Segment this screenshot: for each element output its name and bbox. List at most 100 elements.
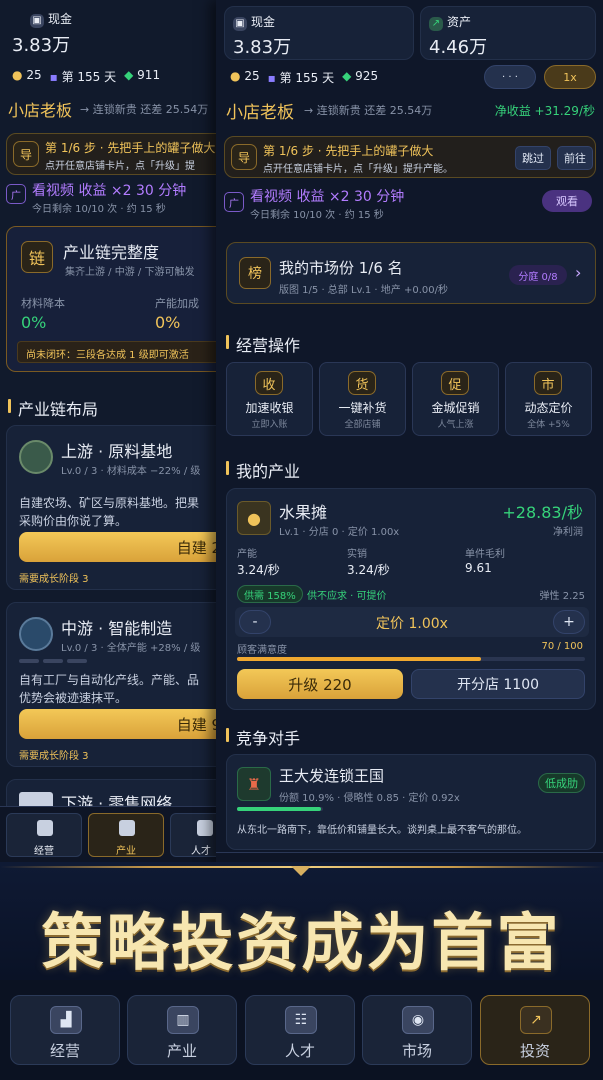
op-restock-sub: 全部店铺 (344, 420, 381, 430)
go-button[interactable]: 前往 (557, 146, 593, 170)
bag-icon (37, 820, 53, 836)
shop-card[interactable]: ● 水果摊 Lv.1 · 分店 0 · 定价 1.00x +28.83/秒 净利… (226, 488, 596, 710)
task-card[interactable]: 导 第 1/6 步 · 先把手上的罐子做大 点开任意店铺卡片，点「升级」提 (6, 133, 222, 175)
midstream-build-button[interactable]: 自建 9 (19, 709, 222, 739)
banner-title: 策略投资成为首富 (41, 906, 562, 979)
open-branch-button[interactable]: 开分店 1100 (411, 669, 585, 699)
day-stat: ▪ 第 155 天 (267, 71, 335, 85)
midstream-card[interactable]: 中游 · 智能制造 Lv.0 / 3 · 全体产能 +28% / 级 自有工厂与… (6, 602, 222, 767)
day-stat: ▪ 第 155 天 (49, 70, 117, 84)
guide-icon: 导 (231, 144, 257, 170)
left-nav-industry[interactable]: 产业 (88, 813, 164, 857)
mat-value: 0% (21, 313, 47, 332)
market-share-card[interactable]: 榜 我的市场份 1/6 名 版图 1/5 · 总部 Lv.1 · 地产 +0.0… (226, 242, 596, 304)
elasticity: 弹性 2.25 (539, 591, 585, 602)
more-button[interactable]: · · · (484, 65, 536, 89)
upgrade-button[interactable]: 升级 220 (237, 669, 403, 699)
video-sub: 今日剩余 10/10 次 · 约 15 秒 (250, 210, 384, 221)
cash-register-icon: 收 (255, 371, 283, 395)
castle-icon: ♜ (237, 767, 271, 801)
competitor-section-title: 竞争对手 (226, 725, 300, 749)
midstream-desc-1: 自有工厂与自动化产线。产能、品 (19, 673, 200, 687)
nav-business-label: 经营 (49, 1042, 80, 1060)
video-title: 看视频 收益 ×2 30 分钟 (32, 183, 187, 199)
rival-desc: 从东北一路南下，靠低价和铺量长大。谈判桌上最不客气的那位。 (237, 825, 527, 836)
op-dynamic-price[interactable]: 市 动态定价 全体 +5% (505, 362, 592, 436)
price-plus-button[interactable]: + (553, 610, 585, 634)
nav-talent[interactable]: ☷ 人才 (245, 995, 355, 1065)
chain-warning-text: 尚未闭环：三段各达成 1 级即可激活 (26, 350, 189, 361)
speed-button[interactable]: 1x (544, 65, 596, 89)
rank-title: 小店老板 (226, 103, 294, 123)
watch-button[interactable]: 观看 (542, 190, 592, 212)
mat-label: 材料降本 (21, 297, 65, 310)
gem-stat: ◆ 911 (124, 68, 161, 82)
cash-label: ▣ 现金 (233, 13, 275, 31)
chain-title: 产业链完整度 (63, 243, 160, 262)
skip-label: 跳过 (522, 152, 544, 165)
op-promo-title: 金城促销 (431, 401, 480, 415)
shop-meta: Lv.1 · 分店 0 · 定价 1.00x (279, 527, 400, 538)
op-fast-cash[interactable]: 收 加速收银 立即入账 (226, 362, 313, 436)
shop-profit-label: 净利润 (553, 527, 583, 538)
rival-badge-text: 低成肋 (545, 777, 578, 790)
rank-subtitle: → 连锁新贵 还差 25.54万 (80, 103, 209, 116)
industry-section-title: 我的产业 (226, 458, 300, 482)
chevron-right-icon[interactable]: › (575, 263, 581, 282)
op-promo[interactable]: 促 金城促销 人气上涨 (412, 362, 499, 436)
left-nav-talent[interactable]: 人才 (170, 813, 222, 857)
video-row[interactable]: 广 看视频 收益 ×2 30 分钟 今日剩余 10/10 次 · 约 15 秒 … (224, 184, 596, 222)
branch-share-label: 分庭 0/8 (518, 271, 558, 283)
upstream-desc-2: 采购价由你说了算。 (19, 514, 128, 528)
rival-badge: 低成肋 (538, 773, 585, 793)
upstream-build-button[interactable]: 自建 2 (19, 532, 222, 562)
upstream-desc-1: 自建农场、矿区与原料基地。把果 (19, 496, 200, 510)
branch-share-badge[interactable]: 分庭 0/8 (509, 265, 567, 285)
upstream-icon (19, 440, 53, 474)
midstream-title: 中游 · 智能制造 (61, 619, 173, 638)
satisfaction-track (237, 657, 585, 661)
go-label: 前往 (564, 152, 586, 165)
chain-card: 链 产业链完整度 集齐上游 / 中游 / 下游可触发 材料降本 0% 产能加成 … (6, 226, 222, 372)
op-dynamic-price-title: 动态定价 (524, 401, 573, 415)
task-card[interactable]: 导 第 1/6 步 · 先把手上的罐子做大 点开任意店铺卡片，点「升级」提升产能… (224, 136, 596, 178)
goods-icon: 货 (348, 371, 376, 395)
chain-icon: 链 (21, 241, 53, 273)
nav-industry[interactable]: ▥ 产业 (127, 995, 237, 1065)
fruit-icon: ● (237, 501, 271, 535)
upstream-req: 需要成长阶段 3 (19, 574, 89, 585)
calendar-icon: ▪ (49, 70, 58, 84)
op-dynamic-price-sub: 全体 +5% (527, 420, 570, 430)
upstream-card[interactable]: 上游 · 原料基地 Lv.0 / 3 · 材料成本 −22% / 级 自建农场、… (6, 425, 222, 590)
op-promo-sub: 人气上涨 (437, 420, 474, 430)
nav-invest[interactable]: ↗ 投资 (480, 995, 590, 1065)
cash-icon: ▣ (233, 16, 247, 31)
bag-icon: ▟ (50, 1006, 82, 1034)
nav-business[interactable]: ▟ 经营 (10, 995, 120, 1065)
task-desc: 点开任意店铺卡片，点「升级」提 (45, 161, 195, 172)
cash-box: ▣ 现金 3.83万 (224, 6, 414, 60)
market-share-sub: 版图 1/5 · 总部 Lv.1 · 地产 +0.00/秒 (279, 285, 448, 296)
plus-icon: + (563, 614, 575, 630)
market-share-title: 我的市场份 1/6 名 (279, 259, 403, 277)
upstream-meta: Lv.0 / 3 · 材料成本 −22% / 级 (61, 466, 201, 477)
skip-button[interactable]: 跳过 (515, 146, 551, 170)
rival-card[interactable]: ♜ 王大发连锁王国 份额 10.9% · 侵略性 0.85 · 定价 0.92x… (226, 754, 596, 850)
op-restock[interactable]: 货 一键补货 全部店铺 (319, 362, 406, 436)
nav-market[interactable]: ◉ 市场 (362, 995, 472, 1065)
op-fast-cash-title: 加速收银 (245, 401, 294, 415)
right-nav-peek (216, 852, 603, 862)
price-value: 定价 1.00x (376, 616, 448, 632)
factory-icon: ▥ (167, 1006, 199, 1034)
left-panel: ▣ 现金 3.83万 ● 25 ▪ 第 155 天 ◆ 911 小店老板 → 连锁… (0, 0, 222, 862)
left-nav-business[interactable]: 经营 (6, 813, 82, 857)
left-nav-industry-label: 产业 (116, 846, 136, 857)
supply-badge: 供需 158% (237, 585, 303, 603)
nav-industry-label: 产业 (166, 1042, 197, 1060)
supply-badge-text: 供需 158% (244, 590, 296, 602)
video-row[interactable]: 广 看视频 收益 ×2 30 分钟 今日剩余 10/10 次 · 约 15 秒 (6, 180, 222, 216)
shop-name: 水果摊 (279, 503, 328, 522)
midstream-steps (19, 659, 87, 663)
rival-meta: 份额 10.9% · 侵略性 0.85 · 定价 0.92x (279, 793, 460, 804)
op-restock-title: 一键补货 (338, 401, 387, 415)
